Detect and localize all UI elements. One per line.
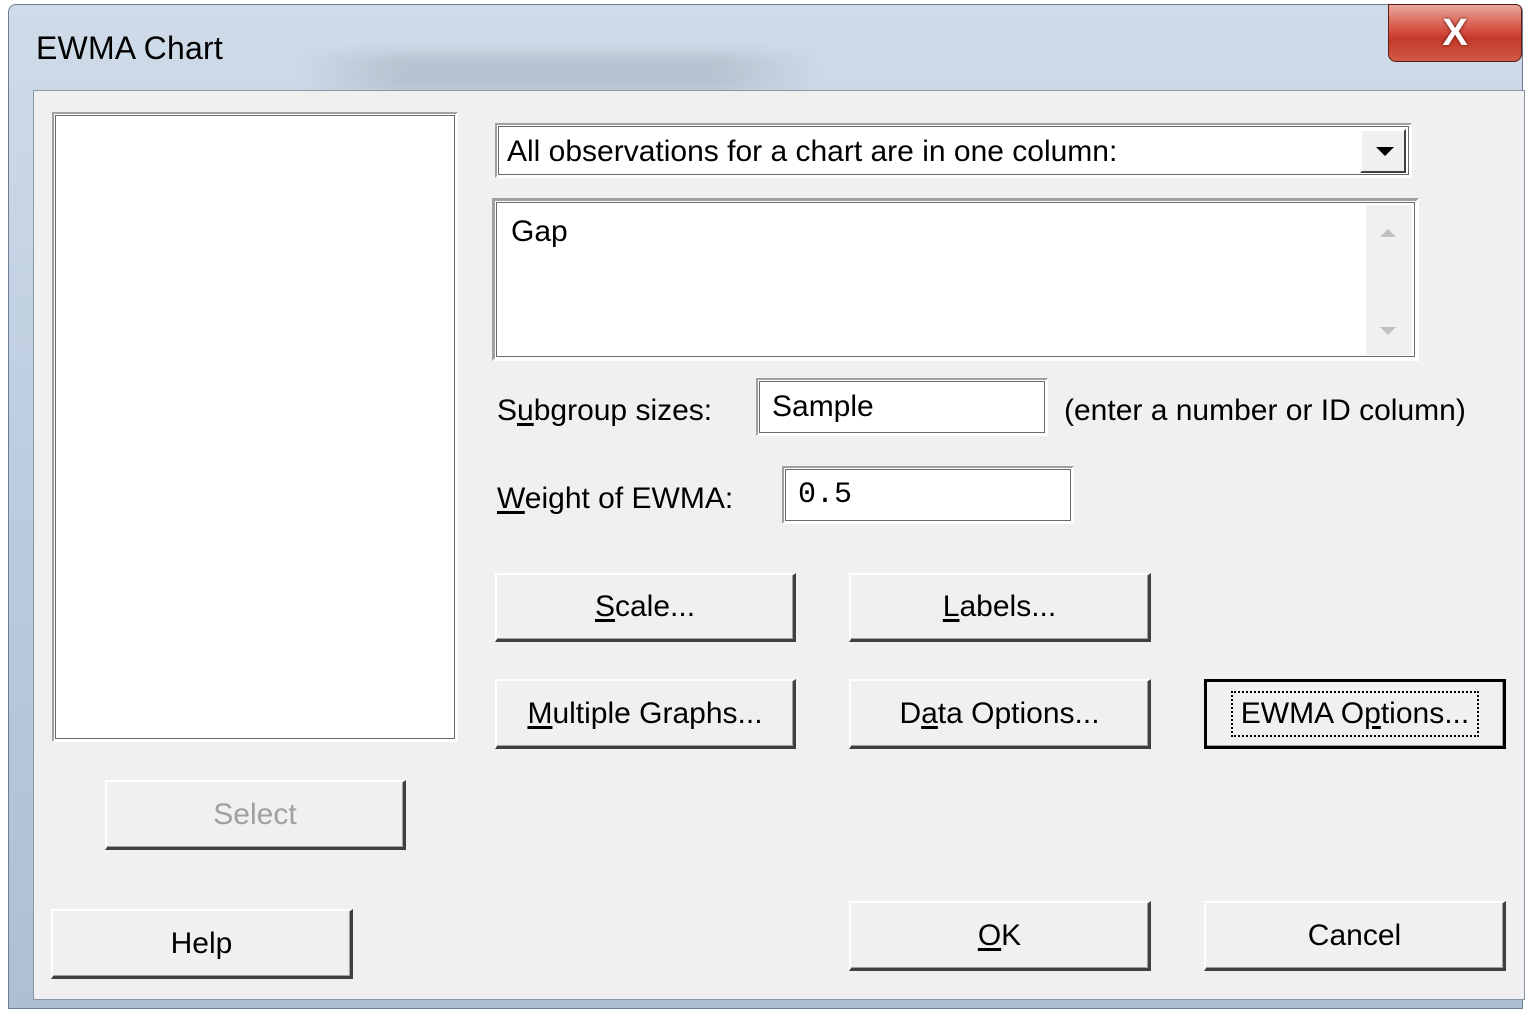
close-icon: X bbox=[1442, 11, 1468, 54]
labels-button[interactable]: Labels... bbox=[849, 573, 1151, 642]
variable-list[interactable] bbox=[52, 112, 458, 742]
subgroup-sizes-field[interactable]: Sample bbox=[756, 378, 1048, 436]
weight-label: Weight of EWMA: bbox=[497, 482, 734, 515]
focus-ring: EWMA Options... bbox=[1230, 691, 1480, 737]
chevron-down-icon[interactable] bbox=[1360, 129, 1406, 173]
ewma-options-button[interactable]: EWMA Options... bbox=[1204, 679, 1506, 749]
dialog-title: EWMA Chart bbox=[36, 30, 223, 66]
scroll-down-icon[interactable] bbox=[1380, 327, 1396, 335]
help-button[interactable]: Help bbox=[51, 909, 353, 979]
variables-input[interactable]: Gap bbox=[492, 198, 1419, 361]
data-options-button[interactable]: Da ta Options... bbox=[849, 679, 1151, 749]
multiple-graphs-button[interactable]: Multiple Graphs... bbox=[495, 679, 796, 749]
data-arrangement-dropdown[interactable]: All observations for a chart are in one … bbox=[495, 123, 1412, 178]
subgroup-sizes-label: Subgroup sizes: bbox=[497, 394, 713, 427]
scale-button[interactable]: Scale... bbox=[495, 573, 796, 642]
ok-button[interactable]: OK bbox=[849, 901, 1151, 971]
background-window-title-blur bbox=[299, 53, 819, 93]
scroll-up-icon[interactable] bbox=[1380, 229, 1396, 237]
variables-value: Gap bbox=[511, 215, 568, 248]
data-arrangement-selected: All observations for a chart are in one … bbox=[507, 135, 1118, 168]
subgroup-sizes-hint: (enter a number or ID column) bbox=[1064, 394, 1466, 427]
close-button[interactable]: X bbox=[1388, 4, 1522, 62]
weight-field[interactable]: 0.5 bbox=[782, 466, 1074, 524]
variables-scrollbar[interactable] bbox=[1366, 205, 1412, 355]
select-button[interactable]: Select bbox=[105, 780, 406, 850]
cancel-button[interactable]: Cancel bbox=[1204, 901, 1506, 971]
